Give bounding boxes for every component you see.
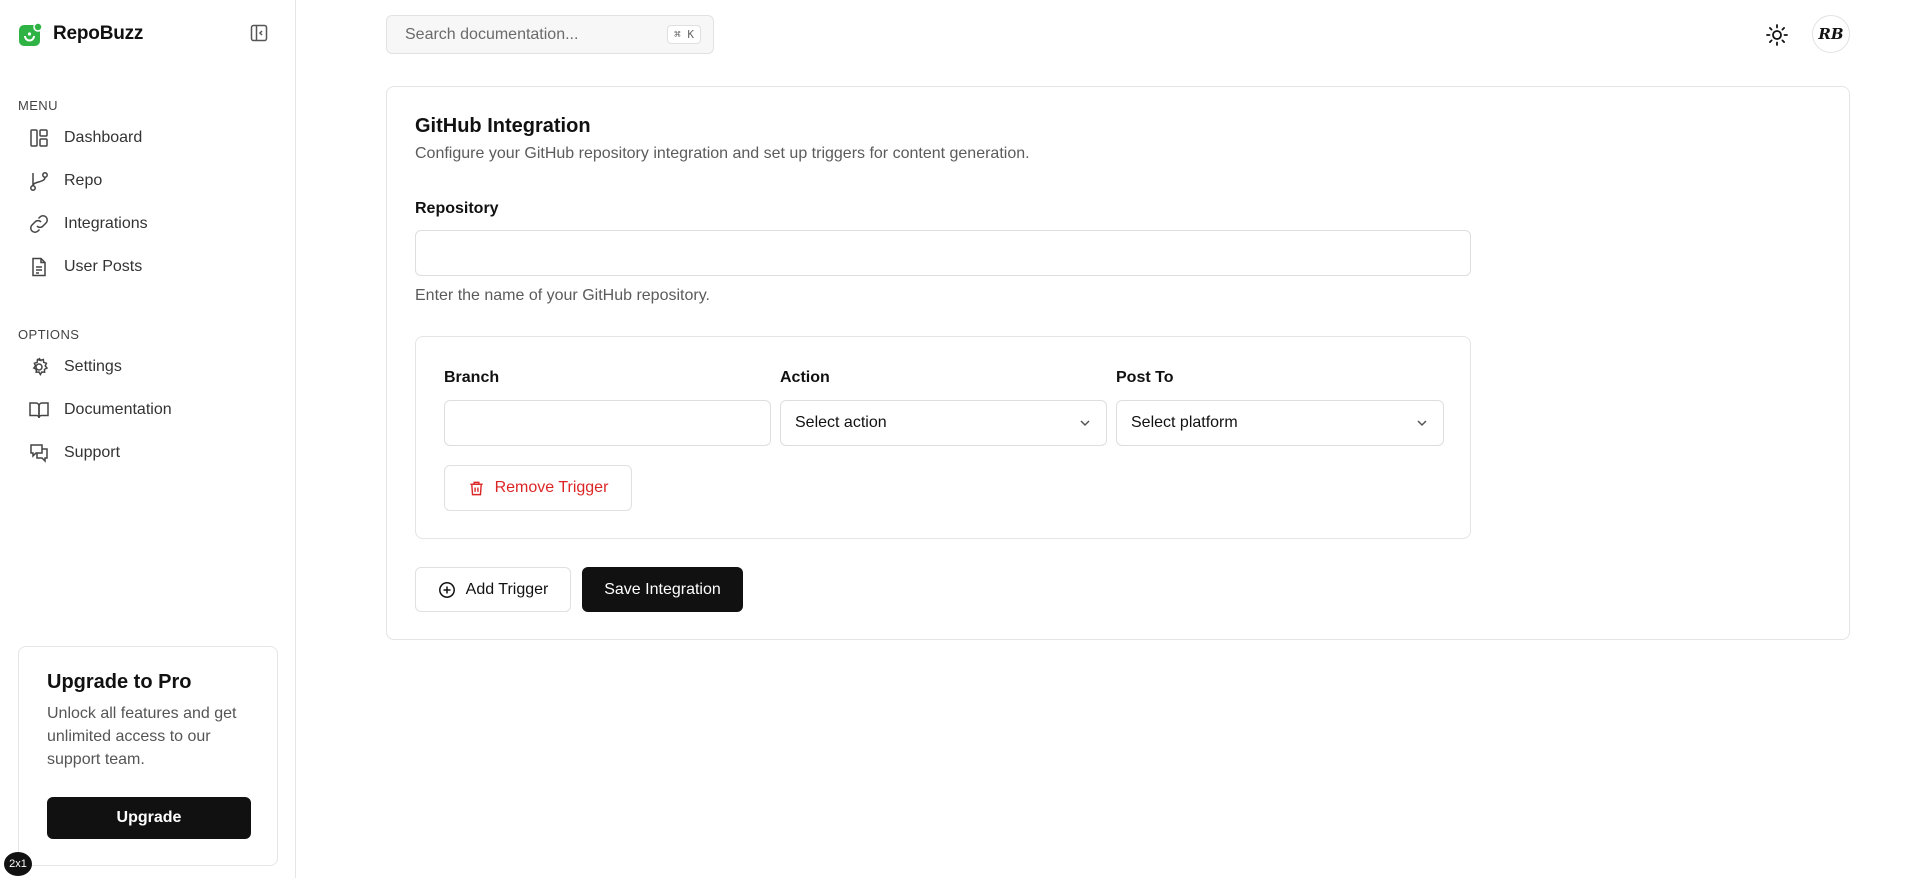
sun-icon (1766, 24, 1788, 46)
options-nav: Settings Documentation Support (18, 345, 280, 474)
link-icon (30, 214, 48, 233)
collapse-sidebar-button[interactable] (248, 22, 270, 44)
dev-tools-badge[interactable]: 2x1 (4, 852, 32, 876)
repository-label: Repository (415, 200, 499, 217)
sidebar-item-repo[interactable]: Repo (18, 159, 280, 202)
trigger-card: Branch Action Select action Post To Sele… (415, 336, 1471, 539)
book-icon (29, 401, 49, 418)
page-description: Configure your GitHub repository integra… (415, 145, 1030, 162)
branch-label: Branch (444, 369, 500, 386)
upgrade-description: Unlock all features and get unlimited ac… (47, 705, 237, 768)
plus-circle-icon (438, 581, 455, 598)
avatar[interactable]: RB (1812, 15, 1850, 53)
action-select[interactable]: Select action (780, 400, 1107, 446)
gear-icon (32, 357, 49, 376)
sidebar-item-label: Repo (64, 171, 103, 189)
action-label: Action (780, 369, 830, 386)
sidebar-item-label: Dashboard (64, 128, 143, 146)
post-to-select[interactable]: Select platform (1116, 400, 1444, 446)
document-icon (32, 257, 46, 276)
remove-trigger-button[interactable]: Remove Trigger (444, 465, 632, 511)
sidebar-item-user-posts[interactable]: User Posts (18, 245, 280, 288)
post-to-select-value: Select platform (1131, 414, 1238, 431)
sidebar-toggle-icon (250, 24, 268, 42)
brand-logo-icon (19, 21, 43, 46)
search-placeholder: Search documentation... (405, 25, 579, 43)
sidebar-item-integrations[interactable]: Integrations (18, 202, 280, 245)
branch-input[interactable] (444, 400, 771, 446)
page-title: GitHub Integration (415, 115, 591, 137)
upgrade-button[interactable]: Upgrade (47, 797, 251, 839)
sidebar-item-label: Documentation (64, 400, 172, 418)
search-input[interactable]: Search documentation... ⌘ K (386, 15, 714, 54)
save-integration-button[interactable]: Save Integration (582, 567, 743, 612)
options-section-label: OPTIONS (18, 327, 80, 342)
save-integration-label: Save Integration (604, 580, 721, 598)
post-to-label: Post To (1116, 369, 1174, 386)
sidebar: RepoBuzz MENU Dashboard Repo Integration… (0, 0, 296, 878)
github-integration-card: GitHub Integration Configure your GitHub… (386, 86, 1850, 640)
trash-icon (469, 481, 483, 495)
repository-help-text: Enter the name of your GitHub repository… (415, 287, 710, 304)
sidebar-item-label: Integrations (64, 214, 148, 232)
sidebar-item-settings[interactable]: Settings (18, 345, 280, 388)
add-trigger-label: Add Trigger (465, 580, 549, 598)
sidebar-item-label: User Posts (64, 257, 143, 275)
theme-toggle-button[interactable] (1760, 18, 1794, 52)
dashboard-icon (30, 128, 48, 147)
sidebar-item-support[interactable]: Support (18, 431, 280, 474)
add-trigger-button[interactable]: Add Trigger (415, 567, 571, 612)
menu-nav: Dashboard Repo Integrations User Posts (18, 116, 280, 288)
upgrade-title: Upgrade to Pro (47, 671, 192, 693)
menu-section-label: MENU (18, 98, 58, 113)
remove-trigger-label: Remove Trigger (494, 479, 609, 496)
chevron-down-icon (1080, 420, 1090, 427)
upgrade-card: Upgrade to Pro Unlock all features and g… (18, 646, 278, 866)
sidebar-item-label: Settings (64, 357, 122, 375)
chevron-down-icon (1417, 420, 1427, 427)
search-shortcut-hint: ⌘ K (667, 25, 701, 44)
sidebar-item-label: Support (64, 443, 121, 461)
git-branch-icon (30, 171, 48, 191)
action-select-value: Select action (795, 414, 887, 431)
sidebar-item-dashboard[interactable]: Dashboard (18, 116, 280, 159)
repository-input[interactable] (415, 230, 1471, 276)
brand[interactable]: RepoBuzz (18, 20, 143, 48)
chat-icon (30, 443, 48, 463)
sidebar-item-documentation[interactable]: Documentation (18, 388, 280, 431)
brand-name: RepoBuzz (53, 23, 144, 44)
